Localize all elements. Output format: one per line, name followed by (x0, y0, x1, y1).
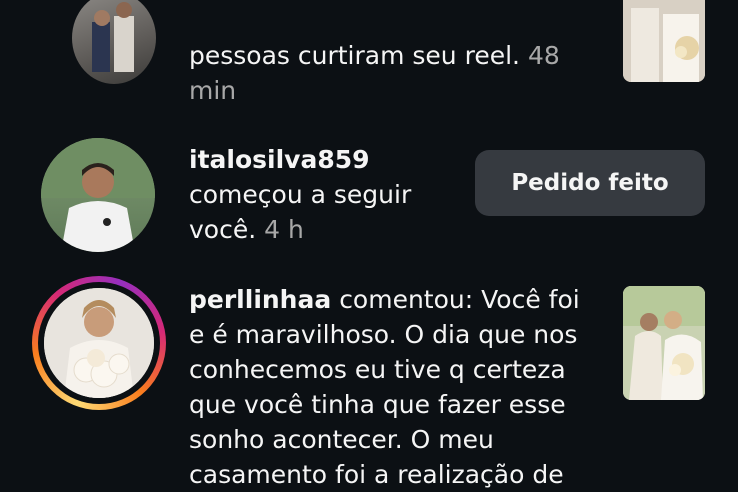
notification-text: italosilva859 começou a seguir você. 4 h (189, 142, 469, 247)
comment-line: sonho acontecer. O meu (189, 425, 494, 454)
comment-line: que você tinha que fazer esse (189, 390, 566, 419)
notification-text: pessoas curtiram seu reel. 48 min (189, 38, 609, 108)
comment-line: conhecemos eu tive q certeza (189, 355, 566, 384)
comment-line: e é maravilhoso. O dia que nos (189, 320, 578, 349)
avatar[interactable] (44, 288, 154, 398)
comment-line: casamento foi a realização de (189, 460, 564, 489)
reel-thumbnail[interactable] (623, 286, 705, 400)
avatar-border (38, 282, 160, 404)
notification-time: 48 (527, 41, 560, 70)
reel-thumbnail[interactable] (623, 0, 705, 82)
notification-item-comment[interactable]: perllinhaa comentou: Você foi e é maravi… (0, 270, 738, 492)
notification-message-end: você. (189, 215, 257, 244)
notification-message: começou a seguir (189, 180, 412, 209)
follow-requested-button[interactable]: Pedido feito (475, 150, 705, 216)
username[interactable]: perllinhaa (189, 285, 331, 314)
notification-item-reel-likes[interactable]: pessoas curtiram seu reel. 48 min (0, 0, 738, 120)
avatar[interactable] (72, 0, 156, 84)
notification-message: pessoas curtiram seu reel. (189, 41, 520, 70)
comment-text: perllinhaa comentou: Você foi e é maravi… (189, 282, 609, 492)
comment-line: comentou: Você foi (339, 285, 580, 314)
notification-time-unit: min (189, 76, 237, 105)
avatar[interactable] (41, 138, 155, 252)
notification-time: 4 h (264, 215, 304, 244)
story-ring[interactable] (32, 276, 166, 410)
username[interactable]: italosilva859 (189, 145, 370, 174)
